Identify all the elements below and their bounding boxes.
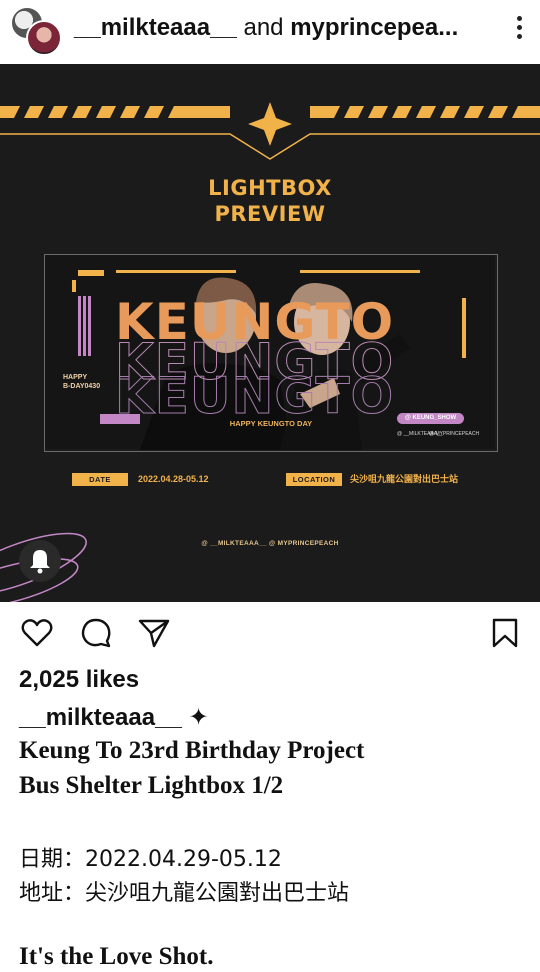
bell-icon <box>30 550 50 574</box>
heart-icon[interactable] <box>20 616 54 650</box>
post-header: __milkteaaa__ and myprincepea... <box>0 0 540 62</box>
share-icon[interactable] <box>137 616 171 650</box>
poster-title-line2: PREVIEW <box>214 202 326 226</box>
date-value: 2022.04.28-05.12 <box>138 474 209 484</box>
lightbox-banner: KEUNGTO KEUNGTO KEUNGTO HAPPY B-DAY0430 … <box>44 254 498 452</box>
author-joiner: and <box>243 14 284 41</box>
author-username[interactable]: __milkteaaa__ <box>74 14 237 41</box>
location-tag: LOCATION <box>286 473 342 486</box>
caption-address-line: 地址：尖沙咀九龍公園對出巴士站 <box>19 881 350 906</box>
action-bar <box>0 606 540 658</box>
date-tag: DATE <box>72 473 128 486</box>
handle-pill: @ KEUNG_SHOW <box>397 413 465 424</box>
star-icon <box>248 102 292 146</box>
poster-title-line1: LIGHTBOX <box>208 176 332 200</box>
likes-count[interactable]: 2,025 likes <box>19 666 139 694</box>
caption-username[interactable]: __milkteaaa__ ✦ <box>19 703 209 732</box>
post-image[interactable]: LIGHTBOX PREVIEW KEUNGTO KEUNGTO KEUNGTO… <box>0 64 540 602</box>
caption-line: Bus Shelter Lightbox 1/2 <box>19 772 284 799</box>
more-icon[interactable] <box>516 16 522 42</box>
coauthor-username[interactable]: myprincepea... <box>290 14 458 41</box>
location-value: 尖沙咀九龍公園對出巴士站 <box>350 474 459 484</box>
small-handle: @ MYPRINCEPEACH <box>429 431 480 437</box>
avatar[interactable] <box>26 20 62 56</box>
caption-date-line: 日期：2022.04.29-05.12 <box>19 847 282 872</box>
footer-handles: @ __MILKTEAAA__ @ MYPRINCEPEACH <box>201 540 339 547</box>
happy-bday-text: HAPPY B-DAY0430 <box>63 374 101 390</box>
banner-name-outline: KEUNGTO <box>114 367 395 426</box>
caption-closing-line: It's the Love Shot. <box>19 943 214 970</box>
post-authors: __milkteaaa__ and myprincepea... <box>74 14 458 42</box>
bell-button[interactable] <box>19 540 61 582</box>
bookmark-icon[interactable] <box>488 616 522 650</box>
caption-line: Keung To 23rd Birthday Project <box>19 737 365 764</box>
comment-icon[interactable] <box>79 616 113 650</box>
